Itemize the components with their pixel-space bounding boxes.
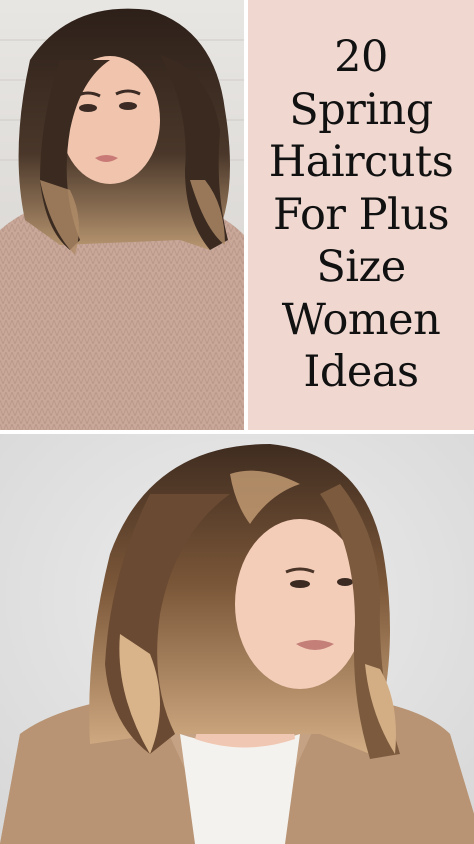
title-panel: 20 Spring Haircuts For Plus Size Women I… <box>248 0 474 430</box>
title-line: Spring <box>289 84 433 135</box>
pin-image: 20 Spring Haircuts For Plus Size Women I… <box>0 0 474 844</box>
title-line: 20 <box>334 32 388 83</box>
title-line: Haircuts <box>268 137 454 188</box>
title-line: Ideas <box>303 347 419 398</box>
top-photo <box>0 0 244 430</box>
woman-trench-coat-photo <box>0 434 474 844</box>
title-line: Size <box>316 242 406 293</box>
pin-title: 20 Spring Haircuts For Plus Size Women I… <box>251 31 471 398</box>
bottom-photo <box>0 434 474 844</box>
title-line: For Plus <box>272 189 450 240</box>
woman-sweater-photo <box>0 0 244 430</box>
title-line: Women <box>281 294 441 345</box>
